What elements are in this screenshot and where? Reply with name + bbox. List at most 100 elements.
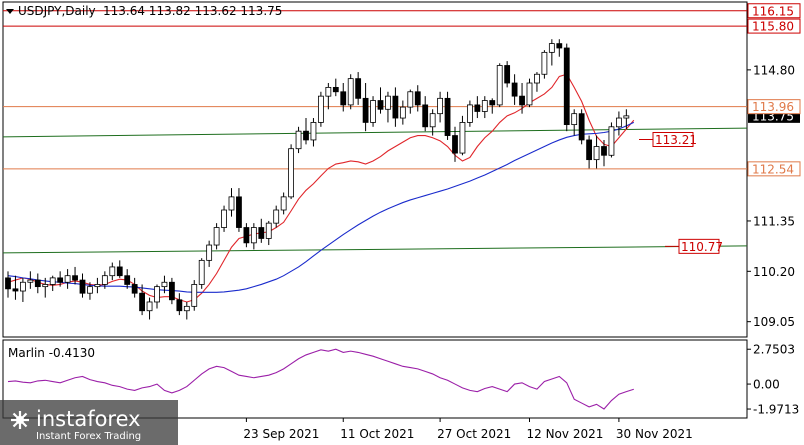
candle-body xyxy=(183,305,190,312)
candle-body xyxy=(124,275,131,285)
candle xyxy=(444,91,451,140)
candle-body xyxy=(236,196,242,228)
candle-body xyxy=(243,227,250,244)
watermark-brand: instaforex xyxy=(36,407,141,431)
candle-body xyxy=(310,122,317,141)
candle-body xyxy=(161,281,168,288)
candle-body xyxy=(12,288,19,292)
candle xyxy=(198,258,205,289)
candle-body xyxy=(168,281,175,301)
candle xyxy=(496,63,503,108)
candle-body xyxy=(228,196,235,211)
candle-body xyxy=(437,97,444,115)
candle xyxy=(608,122,615,158)
time-axis: 23 Sep 2021 11 Oct 2021 27 Oct 2021 12 Nov … xyxy=(243,418,693,441)
candle-body xyxy=(131,284,138,294)
candle-body xyxy=(258,227,265,239)
time-tick-label-0: 23 Sep 2021 xyxy=(243,427,319,441)
candle-body xyxy=(340,91,347,106)
candle-body xyxy=(206,244,213,261)
candle-body xyxy=(176,299,183,312)
candle-body xyxy=(623,115,630,119)
candle-body xyxy=(407,91,414,108)
candle-body xyxy=(586,139,592,161)
candle-body xyxy=(101,275,108,285)
candle-body xyxy=(64,275,71,283)
price-tick-label-2: 111.35 xyxy=(753,214,795,228)
inline-value-0: 113.21 xyxy=(655,133,697,147)
candle-body xyxy=(49,277,56,285)
candle xyxy=(191,280,198,311)
candle-body xyxy=(355,78,362,99)
candle-body xyxy=(34,279,41,288)
level-value-0: 116.15 xyxy=(752,4,794,18)
candle-body xyxy=(347,78,354,106)
candle-body xyxy=(317,95,324,123)
candle-body xyxy=(385,95,391,110)
candle xyxy=(578,109,585,145)
level-value-3: 112.54 xyxy=(752,162,794,176)
candle xyxy=(541,50,548,79)
price-tick-label-3: 114.80 xyxy=(753,63,795,77)
inline-value-1: 110.77 xyxy=(681,240,723,254)
candle-body xyxy=(571,113,578,126)
candle-body xyxy=(265,222,272,239)
candle-body xyxy=(459,122,466,154)
candle-body xyxy=(94,284,101,288)
candle-body xyxy=(154,286,160,303)
candle-body xyxy=(198,259,205,285)
symbol-label: USDJPY,Daily xyxy=(18,4,96,18)
candle-body xyxy=(399,106,406,119)
candle-body xyxy=(295,130,302,150)
candle xyxy=(526,78,533,108)
candle-body xyxy=(578,113,585,141)
candle-body xyxy=(5,277,11,290)
candle-body xyxy=(526,82,533,106)
candle-body xyxy=(556,43,563,49)
candle-body xyxy=(72,275,78,281)
candle-body xyxy=(616,117,622,128)
level-value-1: 115.80 xyxy=(752,20,794,34)
candle-body xyxy=(362,97,369,123)
indicator-tick-label-0: 2.7503 xyxy=(753,343,795,357)
candle xyxy=(347,74,354,110)
candle-body xyxy=(146,301,153,312)
price-chart: USDJPY,Daily 113.64 113.82 113.62 113.75… xyxy=(0,1,801,445)
candle-body xyxy=(273,209,280,224)
candle-body xyxy=(79,279,86,294)
candle xyxy=(288,144,295,200)
candle-body xyxy=(370,100,376,123)
candle-body xyxy=(288,148,295,198)
candle-body xyxy=(534,73,540,84)
candle-body xyxy=(325,86,332,97)
candle-body xyxy=(601,146,607,156)
candle-body xyxy=(474,104,481,112)
candle-body xyxy=(593,146,600,161)
price-tick-label-1: 110.20 xyxy=(753,265,795,279)
ohlc-readout: 113.64 113.82 113.62 113.75 xyxy=(103,4,282,18)
candle-body xyxy=(213,227,220,246)
candle-body xyxy=(541,51,548,75)
candle-body xyxy=(221,209,227,228)
candle-body xyxy=(27,279,34,283)
candle-body xyxy=(444,97,451,136)
candle-body xyxy=(57,277,64,283)
price-tick-label-0: 109.05 xyxy=(753,315,795,329)
candle-body xyxy=(504,65,511,84)
candle-body xyxy=(191,284,198,307)
indicator-axis: 2.7503 0.00 -1.9713 xyxy=(747,343,799,417)
candle-body xyxy=(109,266,116,277)
candle-body xyxy=(481,100,488,112)
candle-body xyxy=(19,281,26,292)
candle-body xyxy=(303,130,309,141)
candle-body xyxy=(139,292,146,312)
candle-body xyxy=(429,113,436,128)
indicator-tick-label-2: -1.9713 xyxy=(753,403,799,417)
candle-body xyxy=(466,104,473,123)
level-value-2: 113.96 xyxy=(752,100,794,114)
candle-body xyxy=(414,91,421,106)
candle-body xyxy=(392,95,399,119)
candle-body xyxy=(87,286,93,294)
candle-body xyxy=(332,86,339,93)
candle-body xyxy=(280,196,287,211)
